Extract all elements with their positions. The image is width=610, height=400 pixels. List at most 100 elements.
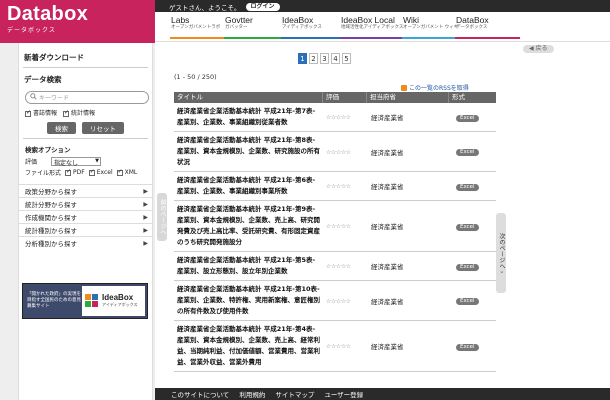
reset-button[interactable]: リセット — [82, 122, 124, 134]
banner-logo: IdeaBox アイディアボックス — [82, 286, 145, 316]
chk-excel[interactable]: Excel — [88, 168, 113, 176]
page-link-1[interactable]: 1 — [298, 53, 307, 64]
nav-sub: データボックス — [456, 25, 488, 30]
row-title-link[interactable]: 経済産業省企業活動基本統計 平成21年-第10表-産業別、企業数、特許権、実用新… — [174, 281, 323, 320]
next-page-tab[interactable]: 次のページへ › — [496, 213, 506, 293]
row-ministry: 経済産業省 — [371, 343, 404, 351]
row-title-link[interactable]: 経済産業省企業活動基本統計 平成21年-第8表-産業別、資本金規模別、企業数、研… — [174, 132, 323, 171]
row-title-link[interactable]: 経済産業省企業活動基本統計 平成21年-第5表-産業別、設立形態別、設立年別企業… — [174, 252, 323, 280]
nav-item-ideabox[interactable]: IdeaBox アイディアボックス — [281, 15, 346, 39]
login-button[interactable]: ログイン — [245, 2, 280, 11]
table-body: 経済産業省企業活動基本統計 平成21年-第7表-産業別、企業数、事業組織別従業者… — [174, 103, 496, 372]
col-title[interactable]: タイトル — [174, 92, 323, 103]
search-placeholder: キーワード — [39, 95, 70, 102]
page-link-5[interactable]: 5 — [342, 53, 351, 64]
star-rating-icon: ☆☆☆☆☆ — [326, 114, 351, 121]
row-title-link[interactable]: 経済産業省企業活動基本統計 平成21年-第9表-産業別、資本金規模別、企業数、売… — [174, 201, 323, 251]
excel-badge[interactable]: Excel — [456, 263, 479, 271]
col-ministry[interactable]: 担当府省 — [367, 92, 449, 103]
data-search-title: データ検索 — [24, 75, 62, 84]
browse-item[interactable]: 統計分野から探す ▶ — [19, 197, 152, 210]
table-row: 経済産業省企業活動基本統計 平成21年-第8表-産業別、資本金規模別、企業数、研… — [174, 132, 496, 172]
row-ministry: 経済産業省 — [371, 297, 404, 306]
nav-item-databox[interactable]: DataBox データボックス — [455, 15, 520, 39]
ideabox-banner[interactable]: 「開かれた政府」の実現を目指す全国民のための意見募集サイト IdeaBox アイ… — [22, 283, 148, 319]
nav-item-ideabox-local[interactable]: IdeaBox Local 地域活性化アイディアボックス — [340, 15, 405, 39]
nav-item-govtter[interactable]: Govtter ガバッター — [224, 15, 289, 39]
back-button[interactable]: ◀ 戻る — [523, 45, 554, 53]
nav-color-bar — [455, 37, 520, 39]
excel-badge[interactable]: Excel — [456, 223, 479, 231]
row-title-link[interactable]: 経済産業省企業活動基本統計 平成21年-第7表-産業別、企業数、事業組織別従業者… — [174, 103, 323, 131]
banner-sub: アイディアボックス — [102, 302, 138, 307]
page-link-3[interactable]: 3 — [320, 53, 329, 64]
chevron-right-icon: ▶ — [143, 213, 148, 221]
table-row: 経済産業省企業活動基本統計 平成21年-第4表-産業別、資本金規模別、企業数、売… — [174, 321, 496, 372]
new-downloads-link[interactable]: 新着ダウンロード — [19, 43, 152, 67]
excel-badge[interactable]: Excel — [456, 298, 479, 305]
format-option: ファイル形式 PDF Excel XML — [19, 167, 152, 178]
nav-title: Labs — [171, 15, 190, 25]
search-buttons: 検索 リセット — [19, 119, 152, 138]
page-link-4[interactable]: 4 — [331, 53, 340, 64]
rating-option: 評価 指定なし — [19, 156, 152, 167]
excel-badge[interactable]: Excel — [456, 183, 479, 191]
footer-link[interactable]: このサイトについて — [171, 389, 229, 399]
row-title-link[interactable]: 経済産業省企業活動基本統計 平成21年-第6表-産業別、企業数、事業組織別事業所… — [174, 172, 323, 200]
row-rating: ☆☆☆☆☆ — [323, 182, 367, 190]
nav-item-labs[interactable]: Labs オープンガバメントラボ — [170, 15, 235, 39]
row-format: Excel — [449, 113, 496, 122]
chk-docs[interactable]: 書誌情報 — [25, 108, 57, 117]
row-format: Excel — [449, 147, 496, 156]
row-rating: ☆☆☆☆☆ — [323, 148, 367, 156]
row-ministry: 経済産業省 — [371, 223, 404, 231]
databox-logo[interactable]: Databox データボックス — [0, 0, 155, 43]
chk-stats[interactable]: 統計情報 — [63, 108, 95, 117]
browse-label: 統計分野から探す — [25, 201, 77, 209]
row-title-link[interactable]: 経済産業省企業活動基本統計 平成21年-第4表-産業別、資本金規模別、企業数、売… — [174, 321, 323, 371]
row-rating: ☆☆☆☆☆ — [323, 297, 367, 305]
footer-link[interactable]: ユーザー登録 — [324, 389, 363, 399]
result-count: (1 - 50 / 250) — [174, 73, 217, 81]
nav-color-bar — [224, 37, 289, 39]
nav-title: Govtter — [225, 15, 253, 25]
page: Databox データボックス ゲストさん、ようこそ。 ログイン Labs オープ… — [0, 0, 610, 400]
prev-page-tab[interactable]: 前のページへ — [157, 193, 167, 241]
footer-link[interactable]: 利用規約 — [239, 389, 265, 399]
row-format: Excel — [449, 296, 496, 305]
nav-item-wiki[interactable]: Wiki オープンガバメント ウィキ — [402, 15, 467, 39]
browse-item[interactable]: 統計種別から探す ▶ — [19, 223, 152, 236]
row-ministry: 経済産業省 — [371, 114, 404, 122]
browse-item[interactable]: 政策分野から探す ▶ — [19, 184, 152, 197]
rating-label: 評価 — [25, 159, 38, 166]
excel-badge[interactable]: Excel — [456, 343, 479, 351]
browse-item[interactable]: 作成機関から探す ▶ — [19, 210, 152, 223]
chk-xml[interactable]: XML — [116, 168, 137, 176]
results-table: タイトル 評価 担当府省 形式 経済産業省企業活動基本統計 平成21年-第7表-… — [174, 92, 496, 372]
banner-title: IdeaBox — [102, 293, 134, 302]
row-ministry: 経済産業省 — [371, 263, 404, 271]
row-ministry: 経済産業省 — [371, 148, 404, 157]
search-button[interactable]: 検索 — [47, 122, 76, 134]
top-bar: ゲストさん、ようこそ。 ログイン — [155, 0, 610, 12]
browse-item[interactable]: 分析種別から探す ▶ — [19, 236, 152, 249]
ideabox-logo-icon — [85, 294, 99, 308]
browse-label: 作成機関から探す — [25, 214, 77, 222]
page-link-2[interactable]: 2 — [309, 53, 318, 64]
star-rating-icon: ☆☆☆☆☆ — [326, 297, 351, 305]
sidebar: 新着ダウンロード データ検索 キーワード 書誌情報 統計情報 検索 リセット 検… — [0, 43, 155, 400]
col-format[interactable]: 形式 — [449, 92, 496, 103]
chk-pdf[interactable]: PDF — [65, 168, 85, 176]
rss-icon — [401, 84, 407, 91]
table-row: 経済産業省企業活動基本統計 平成21年-第5表-産業別、設立形態別、設立年別企業… — [174, 252, 496, 281]
rss-link[interactable]: この一覧のRSSを取得 — [401, 83, 469, 92]
excel-badge[interactable]: Excel — [456, 114, 479, 122]
footer-link[interactable]: サイトマップ — [275, 389, 314, 399]
chevron-right-icon: ▶ — [143, 226, 148, 234]
rating-select[interactable]: 指定なし — [51, 157, 101, 167]
search-input[interactable]: キーワード — [25, 91, 149, 104]
excel-badge[interactable]: Excel — [456, 149, 479, 156]
search-icon — [30, 93, 37, 102]
star-rating-icon: ☆☆☆☆☆ — [326, 148, 351, 156]
col-rating[interactable]: 評価 — [323, 92, 367, 103]
